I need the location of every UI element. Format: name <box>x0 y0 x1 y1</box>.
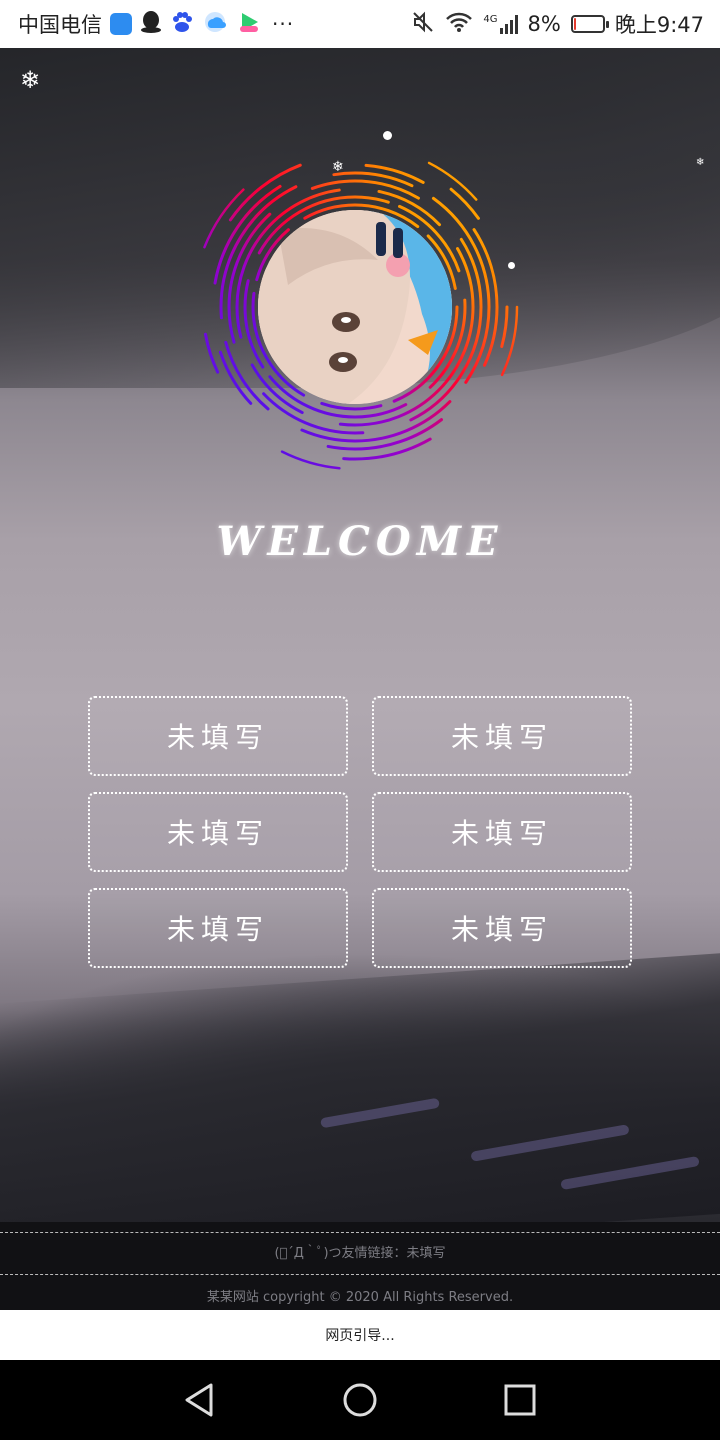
footer-divider <box>0 1274 720 1275</box>
avatar-spectrum-ring <box>180 132 540 492</box>
wifi-icon <box>445 11 473 38</box>
baidu-icon <box>170 10 194 39</box>
video-app-icon <box>236 10 262 39</box>
home-circle-icon <box>343 1383 377 1417</box>
home-button[interactable] <box>330 1370 390 1430</box>
link-tile[interactable]: 未填写 <box>88 792 348 872</box>
snowflake-icon: ❄ <box>20 66 41 94</box>
recents-square-icon <box>504 1384 536 1416</box>
qq-icon <box>140 10 162 39</box>
background-fold-bottom <box>0 951 720 1222</box>
signal-icon <box>499 14 518 34</box>
back-button[interactable] <box>170 1370 230 1430</box>
copyright-text: 某某网站 copyright © 2020 All Rights Reserve… <box>206 1290 514 1305</box>
mute-icon <box>411 10 435 39</box>
loading-text: 网页引导... <box>325 1328 395 1344</box>
link-grid: 未填写 未填写 未填写 未填写 未填写 未填写 <box>88 696 632 968</box>
link-tile[interactable]: 未填写 <box>372 888 632 968</box>
footer-divider <box>0 1232 720 1233</box>
cloud-app-icon <box>202 10 228 39</box>
friend-links-text[interactable]: (ﾟ´Д｀ﾟ)つ友情链接：未填写 <box>0 1242 720 1261</box>
snowflake-icon: ❄ <box>696 157 705 168</box>
clock-label: 晚上9:47 <box>614 13 704 37</box>
battery-level <box>573 18 576 30</box>
background-stage: ❄ ❄ ❄ WELCOME 未填写 未填写 未填写 未填写 未填写 未填写 <box>0 48 720 1222</box>
battery-icon <box>570 15 609 33</box>
link-tile[interactable]: 未填写 <box>372 696 632 776</box>
more-notifications-icon: ··· <box>272 12 295 36</box>
loading-status-bar: 网页引导... <box>0 1310 720 1360</box>
status-bar: 中国电信 ··· 4G 8% 晚上9:47 <box>0 0 720 48</box>
link-tile[interactable]: 未填写 <box>88 696 348 776</box>
page-footer: (ﾟ´Д｀ﾟ)つ友情链接：未填写 某某网站 copyright © 2020 A… <box>0 1222 720 1310</box>
shield-app-icon <box>110 13 132 35</box>
recents-button[interactable] <box>490 1370 550 1430</box>
welcome-heading: WELCOME <box>216 518 504 565</box>
battery-percent-label: 8% <box>527 12 561 36</box>
anime-girl-avatar-image <box>258 210 452 404</box>
carrier-label: 中国电信 <box>18 13 102 37</box>
back-triangle-icon <box>185 1383 213 1417</box>
link-tile[interactable]: 未填写 <box>372 792 632 872</box>
link-tile[interactable]: 未填写 <box>88 888 348 968</box>
network-type-label: 4G <box>483 14 498 25</box>
avatar[interactable] <box>258 210 452 404</box>
system-navigation-bar <box>0 1360 720 1440</box>
